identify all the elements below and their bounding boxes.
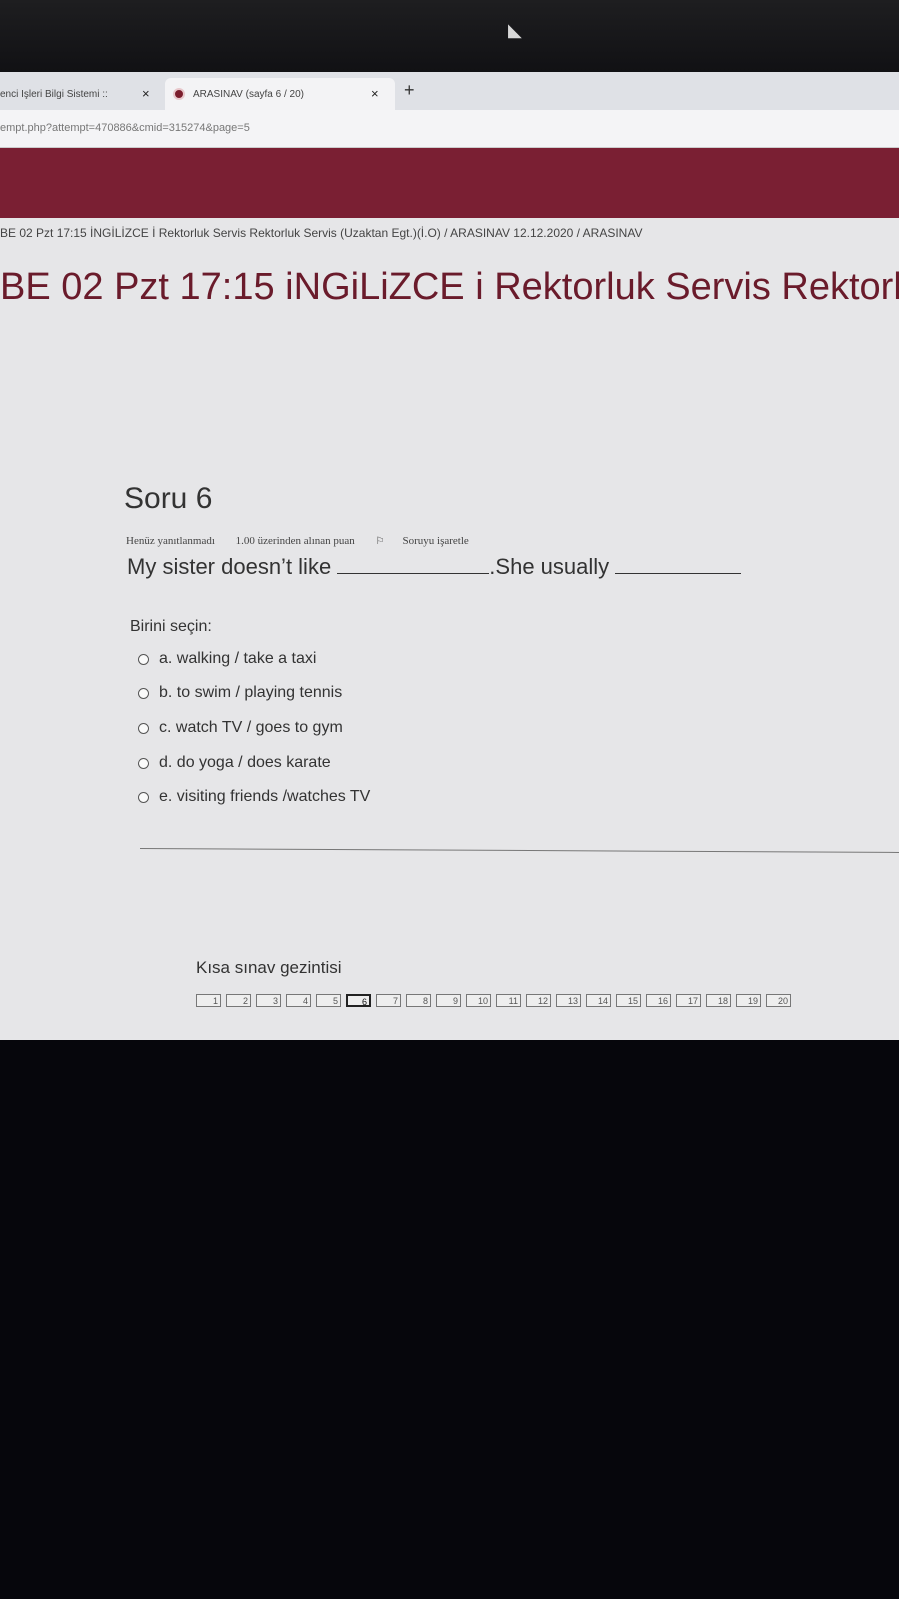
radio-button[interactable] xyxy=(138,687,149,699)
close-icon[interactable]: × xyxy=(142,86,150,101)
quiz-page-button-18[interactable]: 18 xyxy=(706,994,731,1007)
quiz-page-button-4[interactable]: 4 xyxy=(286,994,311,1007)
question-points: 1.00 üzerinden alınan puan xyxy=(235,535,355,547)
option-c[interactable]: c. watch TV / goes to gym xyxy=(138,719,343,737)
quiz-page-button-2[interactable]: 2 xyxy=(226,994,251,1007)
page-title: BE 02 Pzt 17:15 iNGiLiZCE i Rektorluk Se… xyxy=(0,266,899,308)
tab-strip: enci İşleri Bilgi Sistemi :: × ARASINAV … xyxy=(0,72,899,110)
answer-blank-2 xyxy=(615,556,742,574)
tab-arasinav[interactable]: ARASINAV (sayfa 6 / 20) × xyxy=(165,78,395,110)
question-text-part2: .She usually xyxy=(489,554,616,579)
quiz-page-button-20[interactable]: 20 xyxy=(766,994,791,1007)
quiz-page-button-17[interactable]: 17 xyxy=(676,994,701,1007)
option-e[interactable]: e. visiting friends /watches TV xyxy=(138,788,370,806)
radio-button[interactable] xyxy=(138,722,149,734)
quiz-page-button-10[interactable]: 10 xyxy=(466,994,491,1007)
site-favicon-icon xyxy=(173,88,185,100)
option-label: b. to swim / playing tennis xyxy=(159,684,343,701)
quiz-navigation-buttons: 1 2 3 4 5 6 7 8 9 10 11 12 13 14 15 16 17 18 19 20 xyxy=(196,994,796,1007)
breadcrumb[interactable]: BE 02 Pzt 17:15 İNGİLİZCE İ Rektorluk Se… xyxy=(0,222,899,244)
option-label: e. visiting friends /watches TV xyxy=(159,788,371,805)
new-tab-button[interactable]: + xyxy=(404,80,415,101)
option-a[interactable]: a. walking / take a taxi xyxy=(138,650,316,668)
quiz-navigation-title: Kısa sınav gezintisi xyxy=(196,958,342,977)
question-status: Henüz yanıtlanmadı xyxy=(126,535,215,547)
camera-icon: ◣ xyxy=(508,20,522,40)
quiz-page-button-14[interactable]: 14 xyxy=(586,994,611,1007)
photo-frame: ◣ enci İşleri Bilgi Sistemi :: × ARASINA… xyxy=(0,0,899,1599)
quiz-page-button-13[interactable]: 13 xyxy=(556,994,581,1007)
quiz-page-button-7[interactable]: 7 xyxy=(376,994,401,1007)
tab-title: ARASINAV (sayfa 6 / 20) xyxy=(193,88,304,100)
address-bar[interactable]: empt.php?attempt=470886&cmid=315274&page… xyxy=(0,110,899,148)
question-info: Henüz yanıtlanmadı 1.00 üzerinden alınan… xyxy=(126,535,505,547)
tab-student-info[interactable]: enci İşleri Bilgi Sistemi :: × xyxy=(0,78,165,110)
choose-prompt: Birini seçin: xyxy=(130,618,212,635)
browser-window: enci İşleri Bilgi Sistemi :: × ARASINAV … xyxy=(0,72,899,1040)
question-text: My sister doesn’t like .She usually xyxy=(127,554,742,580)
quiz-page-button-8[interactable]: 8 xyxy=(406,994,431,1007)
option-b[interactable]: b. to swim / playing tennis xyxy=(138,684,342,702)
quiz-page-button-3[interactable]: 3 xyxy=(256,994,281,1007)
question-text-part1: My sister doesn’t like xyxy=(127,554,338,579)
quiz-page-button-5[interactable]: 5 xyxy=(316,994,341,1007)
quiz-page-button-15[interactable]: 15 xyxy=(616,994,641,1007)
quiz-page-button-19[interactable]: 19 xyxy=(736,994,761,1007)
tab-title: enci İşleri Bilgi Sistemi :: xyxy=(0,88,108,100)
quiz-page-button-6[interactable]: 6 xyxy=(346,994,371,1007)
option-d[interactable]: d. do yoga / does karate xyxy=(138,754,331,772)
radio-button[interactable] xyxy=(138,757,149,769)
option-label: a. walking / take a taxi xyxy=(159,650,317,667)
radio-button[interactable] xyxy=(138,791,149,803)
radio-button[interactable] xyxy=(138,653,149,665)
answer-blank-1 xyxy=(337,556,490,574)
divider xyxy=(139,848,899,854)
option-label: c. watch TV / goes to gym xyxy=(159,719,343,736)
question-title: Soru 6 xyxy=(124,482,213,515)
quiz-page-button-1[interactable]: 1 xyxy=(196,994,221,1007)
quiz-page-button-9[interactable]: 9 xyxy=(436,994,461,1007)
quiz-page-button-12[interactable]: 12 xyxy=(526,994,551,1007)
quiz-page-button-11[interactable]: 11 xyxy=(496,994,521,1007)
option-label: d. do yoga / does karate xyxy=(159,754,331,771)
close-icon[interactable]: × xyxy=(371,86,379,101)
quiz-page-button-16[interactable]: 16 xyxy=(646,994,671,1007)
monitor-bezel: ◣ xyxy=(0,0,899,72)
flag-label: Soruyu işaretle xyxy=(402,535,469,547)
flag-question-link[interactable]: ⚐ Soruyu işaretle xyxy=(376,535,487,547)
site-header-bar xyxy=(0,148,899,218)
flag-icon: ⚐ xyxy=(375,536,385,547)
url-text[interactable]: empt.php?attempt=470886&cmid=315274&page… xyxy=(0,122,250,134)
